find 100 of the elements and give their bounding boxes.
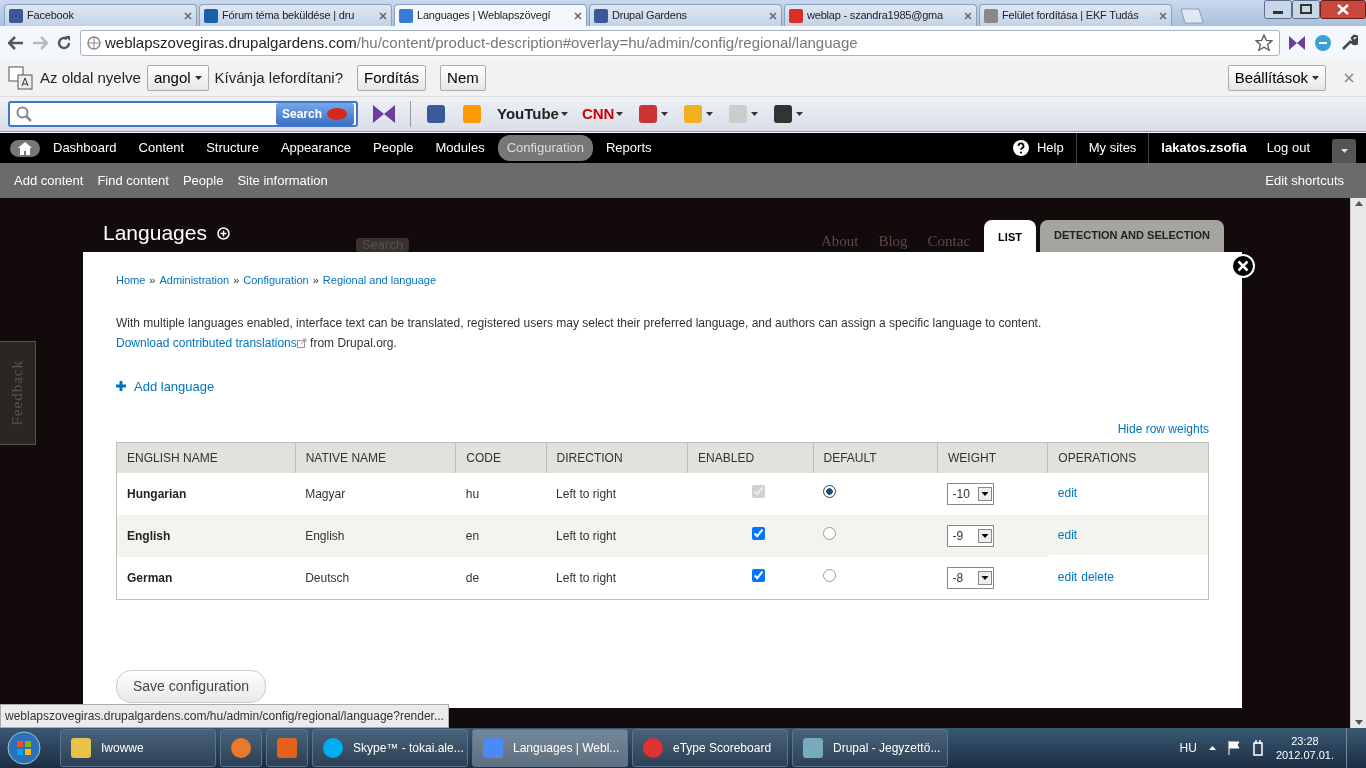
breadcrumb-link[interactable]: Home (116, 272, 146, 289)
default-radio[interactable] (823, 569, 836, 583)
admin-menu-item[interactable]: Dashboard (44, 135, 126, 161)
toolbar-icon (772, 104, 795, 124)
help-icon[interactable] (1012, 140, 1029, 156)
table-cell: Hungarian (116, 473, 296, 516)
start-button-icon[interactable] (7, 731, 41, 765)
save-button[interactable]: Save configuration (116, 670, 266, 704)
taskbar-button[interactable]: Drupal - Jegyzettö... (792, 729, 948, 767)
my-sites-link[interactable]: My sites (1088, 138, 1137, 158)
admin-menu-item[interactable]: People (364, 135, 423, 161)
overlay-tab[interactable]: LIST (984, 219, 1036, 252)
maximize-icon[interactable] (1292, 0, 1320, 19)
breadcrumb-separator: » (312, 273, 319, 288)
tray-arrow-icon[interactable] (1208, 746, 1216, 750)
help-link[interactable]: Help (1036, 138, 1064, 158)
language-indicator[interactable]: HU (1179, 739, 1197, 757)
table-cell: English (116, 515, 296, 558)
default-radio[interactable] (823, 527, 836, 541)
favicon-icon (204, 8, 218, 23)
column-header: WEIGHT (937, 442, 1048, 474)
address-field[interactable]: weblapszovegiras.drupalgardens.com/hu/content/product-description#overlay=hu/admin/config/regional/language (80, 30, 1280, 56)
power-icon[interactable] (1251, 740, 1264, 756)
table-cell: Left to right (546, 515, 688, 558)
app-icon (275, 736, 299, 760)
clock-date[interactable]: 2012.07.01. (1275, 748, 1334, 763)
scroll-down-icon (1354, 720, 1363, 725)
download-link[interactable]: Download contributed translations (116, 335, 297, 350)
admin-menu-item[interactable]: Structure (197, 135, 268, 161)
caret-icon (751, 112, 759, 116)
breadcrumb-link[interactable]: Configuration (243, 272, 309, 289)
shortcut-link[interactable]: Site information (237, 170, 328, 191)
reload-icon[interactable] (56, 35, 72, 51)
taskbar-button[interactable] (220, 729, 262, 767)
breadcrumb-separator: » (233, 273, 240, 288)
toolbar-button[interactable]: YouTube (497, 102, 568, 126)
close-icon[interactable] (1320, 0, 1366, 19)
admin-menu-item[interactable]: Reports (597, 135, 661, 161)
browser-tab[interactable]: Fórum téma beküldése | dru (199, 4, 392, 26)
toolbar-button[interactable] (425, 104, 447, 124)
taskbar-button[interactable]: Languages | Webl... (472, 729, 628, 767)
table-cell: English (295, 515, 456, 558)
browser-tab[interactable]: Languages | Weblapszövegí (394, 4, 587, 26)
shortcut-link[interactable]: People (182, 170, 224, 191)
minimize-icon[interactable] (1264, 0, 1292, 19)
toolbar-button[interactable]: CNN (581, 102, 624, 126)
enabled-checkbox[interactable] (752, 569, 765, 583)
shortcut-link[interactable]: Add content (14, 170, 84, 191)
taskbar-button[interactable]: Skype™ - tokai.ale... (312, 729, 468, 767)
weight-select[interactable]: -9 (947, 525, 995, 548)
edit-shortcuts-link[interactable]: Edit shortcuts (1265, 170, 1344, 191)
toolbar-button[interactable] (772, 104, 804, 124)
app-icon (481, 736, 505, 760)
operation-link[interactable]: edit (1057, 526, 1078, 545)
settings-dropdown[interactable]: Beállítások (1227, 65, 1326, 91)
flag-icon[interactable] (1227, 741, 1240, 755)
hide-weights-link[interactable]: Hide row weights (1117, 422, 1209, 437)
breadcrumb-link[interactable]: Regional and language (322, 272, 436, 289)
user-link[interactable]: lakatos.zsofia (1161, 138, 1247, 158)
status-url: weblapszovegiras.drupalgardens.com/hu/admin/config/regional/language?render... (0, 704, 449, 728)
taskbar-button[interactable]: Iwowwe (60, 729, 216, 767)
add-shortcut-icon[interactable] (216, 227, 230, 240)
admin-menu-item[interactable]: Appearance (271, 135, 361, 161)
overlay-tab[interactable]: DETECTION AND SELECTION (1039, 219, 1224, 252)
star-icon[interactable] (1255, 34, 1273, 52)
add-language-link[interactable]: Add language (116, 376, 215, 396)
enabled-checkbox[interactable] (752, 527, 765, 541)
home-button[interactable] (10, 139, 40, 157)
translate-question: Kívánja lefordítani? (214, 67, 344, 88)
column-header: OPERATIONS (1047, 442, 1209, 474)
taskbar-button[interactable]: eType Scoreboard (632, 729, 788, 767)
column-header: DIRECTION (546, 442, 688, 474)
favicon-icon (399, 8, 413, 23)
caret-icon (194, 76, 202, 80)
column-header: DEFAULT (813, 442, 938, 474)
browser-tab[interactable]: Facebook (4, 4, 197, 26)
back-icon[interactable] (8, 36, 24, 50)
column-header: CODE (455, 442, 547, 474)
browser-tab[interactable]: weblap - szandra1985@gma (784, 4, 977, 26)
toolbar-toggle[interactable] (1332, 139, 1356, 163)
breadcrumb-link[interactable]: Administration (159, 272, 230, 289)
app-icon (321, 736, 345, 760)
shortcut-link[interactable]: Find content (97, 170, 169, 191)
clock-time[interactable]: 23:28 (1275, 733, 1334, 748)
admin-menu-item[interactable]: Content (129, 135, 194, 161)
search-icon (16, 106, 32, 122)
table-cell: de (455, 557, 547, 600)
logout-link[interactable]: Log out (1266, 138, 1310, 158)
wrench-icon[interactable] (1340, 34, 1358, 52)
browser-tab[interactable]: Felület fordítása | EKF Tudás (979, 4, 1172, 26)
translate-button[interactable]: Nem (440, 65, 486, 91)
browser-tab[interactable]: Drupal Gardens (589, 4, 782, 26)
language-dropdown[interactable]: angol (146, 65, 209, 91)
translate-button[interactable]: Fordítás (357, 65, 427, 91)
operation-link[interactable]: edit (1057, 568, 1078, 587)
admin-menu-item[interactable]: Modules (426, 135, 494, 161)
scrollbar[interactable] (1350, 198, 1366, 728)
weight-select[interactable]: -8 (947, 567, 995, 590)
taskbar-button[interactable] (266, 729, 308, 767)
operation-link[interactable]: delete (1081, 568, 1114, 587)
